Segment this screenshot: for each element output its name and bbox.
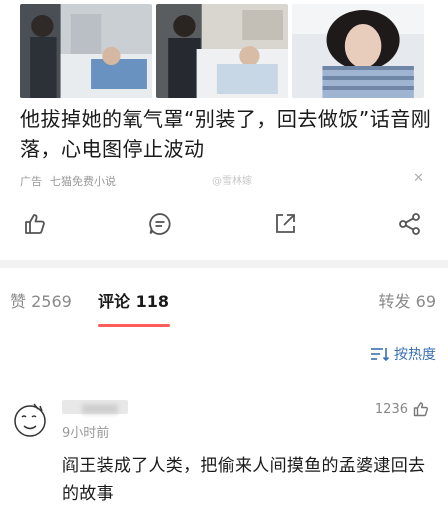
ad-image-strip[interactable]	[20, 4, 424, 98]
section-divider	[0, 260, 448, 268]
comment-like-button[interactable]: 1236	[375, 400, 430, 418]
tab-likes[interactable]: 赞 2569	[10, 288, 72, 312]
sort-by-hot-button[interactable]: 按热度	[370, 344, 436, 364]
avatar[interactable]	[10, 400, 50, 440]
engagement-tabs: 赞 2569 评论 118 转发 69	[0, 272, 448, 330]
share-external-icon[interactable]	[272, 211, 298, 237]
thumbs-up-icon[interactable]	[22, 211, 48, 237]
thumbs-up-icon	[413, 402, 429, 417]
ad-image-1[interactable]	[20, 4, 152, 98]
comment-time: 9小时前	[62, 426, 110, 441]
comment-text: 阎王装成了人类，把偷来人间摸鱼的孟婆逮回去的故事	[62, 456, 426, 504]
username-redacted-overlay	[82, 404, 118, 414]
comment-item: 9小时前 1236 阎王装成了人类，把偷来人间摸鱼的孟婆逮回去的故事	[0, 392, 448, 508]
comment-icon[interactable]	[147, 211, 173, 237]
ad-image-2[interactable]	[156, 4, 288, 98]
watermark: @雪林嫁	[212, 176, 252, 187]
close-icon[interactable]: ✕	[413, 171, 424, 186]
sort-label: 按热度	[394, 347, 436, 363]
ad-headline[interactable]: 他拔掉她的氧气罩“别装了，回去做饭”话音刚落，心电图停止波动	[20, 104, 432, 164]
active-tab-indicator	[98, 324, 170, 327]
ad-source[interactable]: 七猫免费小说	[50, 173, 116, 189]
ad-meta: 广告 七猫免费小说 @雪林嫁 ✕	[20, 171, 424, 190]
comment-like-count: 1236	[374, 401, 408, 417]
tab-reposts[interactable]: 转发 69	[379, 288, 436, 312]
ad-badge: 广告	[20, 175, 42, 188]
sort-icon	[371, 348, 390, 361]
ad-image-3[interactable]	[292, 4, 424, 98]
tab-comments[interactable]: 评论 118	[98, 288, 169, 312]
share-network-icon[interactable]	[397, 211, 423, 237]
action-bar	[0, 205, 448, 245]
